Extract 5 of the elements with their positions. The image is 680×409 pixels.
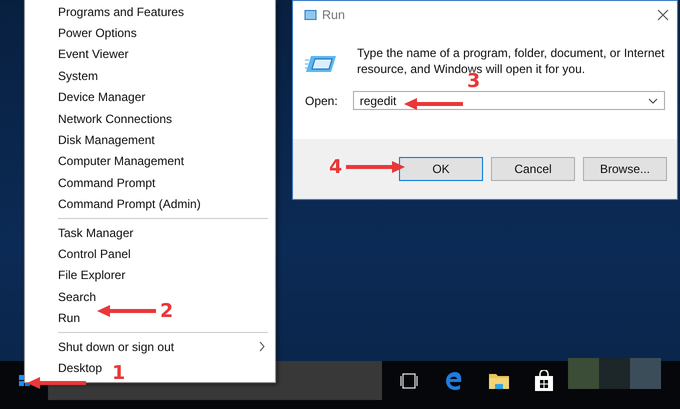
step-number: 4 <box>329 156 342 178</box>
window-title: Run <box>322 8 345 22</box>
step-number: 1 <box>112 362 126 384</box>
step-number: 2 <box>160 300 174 322</box>
open-label: Open: <box>305 94 338 108</box>
